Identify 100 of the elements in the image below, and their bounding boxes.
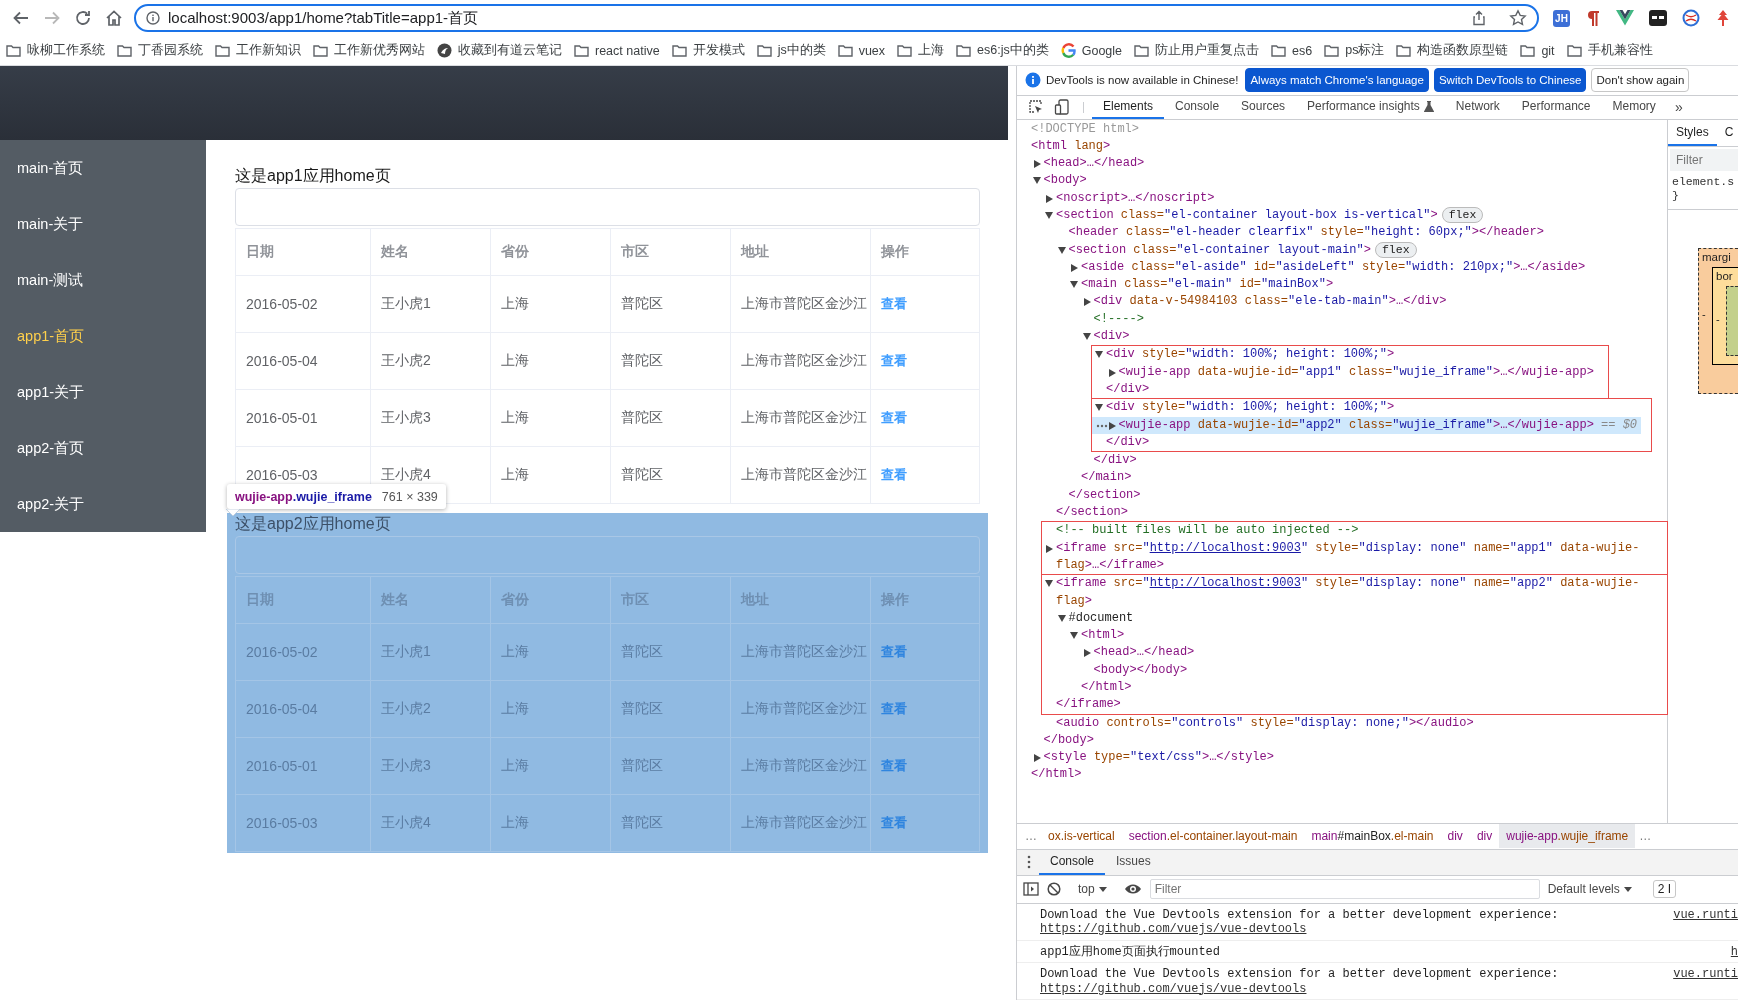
dom-tree-row[interactable]: <style type="text/css">…</style> [1017,749,1667,767]
dom-tree-row[interactable]: <wujie-app data-wujie-id="app2" class="wujie_iframe">…</wujie-app> == $0 [1092,416,1642,434]
triangle-down-icon[interactable] [1070,632,1078,640]
bookmark-item[interactable]: es6 [1271,43,1313,58]
infobar-button[interactable]: Don't show again [1591,68,1690,93]
input-field[interactable] [235,188,980,226]
triangle-right-icon[interactable] [1108,421,1116,430]
devtools-tab[interactable]: Elements [1092,95,1165,119]
source-link[interactable]: h [1730,944,1738,959]
infobar-button[interactable]: Switch DevTools to Chinese [1433,68,1587,93]
dom-tree-row[interactable]: #document [1042,609,1657,628]
sidebar-menu-item[interactable]: app1-首页 [0,308,206,364]
dom-tree-row[interactable]: <header class="el-header clearfix" style="height: 60px;"></header> [1017,224,1667,242]
sidebar-menu-item[interactable]: app2-首页 [0,420,206,476]
bookmark-item[interactable]: ps标注 [1324,42,1385,59]
bookmark-item[interactable]: 工作新知识 [215,42,301,59]
styles-pane-tab[interactable]: C [1716,119,1738,146]
dom-tree-row[interactable]: <div style="width: 100%; height: 100%;"> [1092,346,1598,364]
bookmark-item[interactable]: 手机兼容性 [1566,42,1653,59]
clear-console-icon[interactable] [1047,882,1061,896]
bookmark-item[interactable]: 咏柳工作系统 [6,42,105,59]
bookmark-item[interactable]: 丁香园系统 [117,42,203,59]
dom-tree-row[interactable]: <div style="width: 100%; height: 100%;"> [1092,399,1642,417]
triangle-down-icon[interactable] [1057,246,1066,254]
dom-tree-row[interactable]: <body> [1017,172,1667,190]
triangle-down-icon[interactable] [1045,212,1053,219]
triangle-right-icon[interactable] [1108,368,1116,377]
breadcrumb-item[interactable]: wujie-app.wujie_iframe [1499,824,1636,848]
extension-badge[interactable]: JH [1553,9,1570,27]
styles-pane-tab[interactable]: Styles [1668,119,1717,146]
bookmark-item[interactable]: es6:js中的类 [956,42,1049,59]
issues-counter[interactable]: 2 I [1652,880,1677,898]
dom-tree-row[interactable]: <html lang> [1017,137,1667,156]
sidebar-toggle-icon[interactable] [1023,882,1039,896]
triangle-down-icon[interactable] [1095,351,1103,359]
bookmark-item[interactable]: 工作新优秀网站 [313,42,425,59]
breadcrumb-item[interactable]: section.el-container.layout-main [1121,824,1305,848]
devtools-tab[interactable]: Sources [1230,95,1297,119]
console-link[interactable]: https://github.com/vuejs/vue-devtools [1040,981,1307,996]
bookmark-item[interactable]: 构造函数原型链 [1396,42,1509,59]
devtools-tab[interactable]: Memory [1601,95,1667,119]
info-icon[interactable] [146,11,160,25]
dom-tree-row[interactable]: <div data-v-54984103 class="ele-tab-main">…</div> [1017,293,1667,311]
inspect-element-icon[interactable] [1028,99,1044,116]
tree-icon[interactable] [1715,9,1731,27]
dom-tree-row[interactable]: <audio controls="controls" style="display: none;"></audio> [1017,714,1667,732]
menu-icon[interactable] [1027,855,1031,869]
triangle-down-icon[interactable] [1070,281,1078,289]
context-selector[interactable]: top [1078,882,1107,896]
dom-tree-row[interactable]: <aside class="el-aside" id="asideLeft" style="width: 210px;">…</aside> [1017,258,1667,277]
paragraph-mark-icon[interactable] [1585,9,1601,27]
home-icon[interactable] [104,8,124,28]
sidebar-menu-item[interactable]: app1-关于 [0,364,206,420]
sidebar-menu-item[interactable]: main-关于 [0,196,206,252]
devtools-tab[interactable]: Performance [1510,95,1602,119]
eye-icon[interactable] [1123,883,1142,895]
infobar-button[interactable]: Always match Chrome's language [1245,68,1429,93]
triangle-down-icon[interactable] [1057,614,1066,622]
bookmark-item[interactable]: vuex [837,43,886,58]
triangle-down-icon[interactable] [1032,177,1041,185]
dom-tree-row[interactable]: <!----> [1017,310,1667,329]
triangle-right-icon[interactable] [1033,160,1041,169]
dark-square-icon[interactable] [1649,10,1667,26]
console-filter-field[interactable]: Filter [1149,879,1540,899]
triangle-down-icon[interactable] [1082,333,1091,341]
sidebar-menu-item[interactable]: app2-关于 [0,476,206,532]
bookmark-item[interactable]: 收藏到有道云笔记 [437,42,562,59]
triangle-right-icon[interactable] [1046,194,1053,203]
input-field[interactable] [235,536,980,574]
dom-tree-row[interactable]: <wujie-app data-wujie-id="app1" class="wujie_iframe">…</wujie-app> [1092,363,1598,381]
triangle-right-icon[interactable] [1033,754,1041,763]
bookmark-item[interactable]: git [1520,43,1555,58]
dom-tree-row[interactable]: <iframe src="http://localhost:9003" style="display: none" name="app1" data-wujie-flag>…</iframe> [1042,539,1657,575]
bookmark-item[interactable]: 开发模式 [671,42,745,59]
triangle-right-icon[interactable] [1071,263,1078,272]
address-bar[interactable]: localhost:9003/app1/home?tabTitle=app1-首页 [134,4,1539,32]
triangle-down-icon[interactable] [1045,580,1053,588]
breadcrumb-item[interactable]: div [1469,824,1500,848]
more-dots-icon[interactable] [1096,423,1108,428]
share-icon[interactable] [1471,10,1487,26]
triangle-right-icon[interactable] [1083,298,1091,307]
dom-tree-row[interactable]: <section class="el-container layout-box is-vertical"> flex [1017,207,1667,225]
dom-tree-row[interactable]: <head>…</head> [1017,155,1667,173]
drawer-tab[interactable]: Issues [1105,849,1162,875]
dom-tree-row[interactable]: <main class="el-main" id="mainBox"> [1017,276,1667,294]
star-icon[interactable] [1509,9,1527,27]
bookmark-item[interactable]: js中的类 [756,42,826,59]
bookmark-item[interactable]: 上海 [897,42,945,59]
breadcrumb-item[interactable]: div [1440,824,1470,848]
triangle-down-icon[interactable] [1095,404,1103,412]
dom-tree-row[interactable]: <div> [1017,328,1667,346]
dom-tree-row[interactable]: <!-- built files will be auto injected --> [1042,522,1657,540]
dom-tree-row[interactable]: <noscript>…</noscript> [1017,189,1667,207]
breadcrumb-item[interactable]: main#mainBox.el-main [1304,824,1441,848]
dom-tree-row[interactable]: <head>…</head> [1042,644,1657,662]
sidebar-menu-item[interactable]: main-测试 [0,252,206,308]
v-shape-icon[interactable] [1616,10,1634,26]
breadcrumb-item[interactable]: ox.is-vertical [1041,824,1122,848]
more-tabs-button[interactable]: » [1666,95,1691,119]
source-link[interactable]: vue.runti [1673,907,1738,937]
